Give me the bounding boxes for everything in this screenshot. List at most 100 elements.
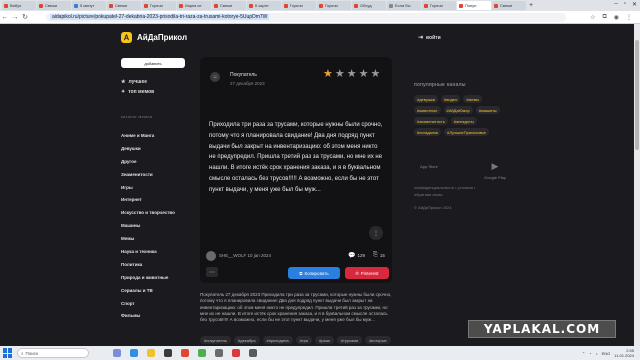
explorer-icon[interactable]: [147, 349, 155, 357]
channel-chip[interactable]: #животные: [414, 106, 441, 114]
star-icon[interactable]: ★: [359, 69, 369, 80]
likes-counter[interactable]: ⎘ 15: [373, 252, 385, 259]
nav-top-memes[interactable]: ✦ топ мемов: [121, 87, 154, 97]
tag-chip[interactable]: #три: [295, 336, 313, 344]
menu-icon[interactable]: ⋮: [626, 14, 632, 21]
category-item[interactable]: Интернет: [121, 193, 175, 206]
category-item[interactable]: Сериалы и ТВ: [121, 284, 175, 297]
channel-chip[interactable]: #знаменитость: [414, 117, 448, 125]
category-item[interactable]: Фильмы: [121, 309, 175, 322]
more-options-icon[interactable]: ⋮: [369, 226, 383, 240]
reload-icon[interactable]: ↻: [20, 13, 30, 21]
chevron-up-icon[interactable]: ⌃: [582, 351, 585, 356]
app-store-link[interactable]: App Store: [414, 161, 444, 180]
tag-chip[interactable]: #трусами: [336, 336, 363, 344]
browser-tab[interactable]: Свежи: [107, 1, 141, 10]
commenter-info[interactable]: SHE__WOLF 10 jan 2024: [219, 253, 271, 258]
browser-tab[interactable]: Свежи: [212, 1, 246, 10]
minimize-icon[interactable]: –: [614, 1, 617, 8]
channel-chip[interactable]: #ЛучшиеПриколивсе: [444, 128, 489, 136]
browser-tab[interactable]: Попуп: [457, 1, 491, 10]
post-menu-icon[interactable]: ⋯: [206, 267, 218, 277]
channel-chip[interactable]: #анекдоты: [450, 117, 477, 125]
app-icon[interactable]: [249, 349, 257, 357]
tag-chip[interactable]: #декабря: [234, 336, 260, 344]
back-icon[interactable]: ←: [0, 14, 10, 21]
browser-tab[interactable]: Горячи: [422, 1, 456, 10]
pinterest-button[interactable]: ℗ Pinterest: [345, 267, 389, 279]
browser-tab[interactable]: Горячи: [282, 1, 316, 10]
volume-icon[interactable]: ♪: [596, 351, 598, 356]
star-icon[interactable]: ★: [371, 69, 381, 80]
category-item[interactable]: Природа и животные: [121, 271, 175, 284]
site-logo[interactable]: Ａ АйДаПрикол: [121, 32, 187, 43]
tag-chip[interactable]: #приходила: [262, 336, 293, 344]
category-item[interactable]: Знаменитости: [121, 168, 175, 181]
app-icon[interactable]: [232, 349, 240, 357]
app-icon[interactable]: [164, 349, 172, 357]
category-item[interactable]: Машины: [121, 219, 175, 232]
opera-icon[interactable]: [181, 349, 189, 357]
browser-tab[interactable]: Если бы: [387, 1, 421, 10]
star-icon[interactable]: ★: [335, 69, 345, 80]
footer-link-row[interactable]: обратная связь: [414, 191, 475, 198]
tag-chip[interactable]: #покупатель: [200, 336, 232, 344]
browser-tab[interactable]: 5 минут: [72, 1, 106, 10]
footer-link-row[interactable]: конфиденциальность • условия •: [414, 184, 475, 191]
channel-chip[interactable]: #видео: [441, 95, 461, 103]
google-play-link[interactable]: ▶ Google Play: [480, 161, 510, 180]
star-icon[interactable]: ★: [347, 69, 357, 80]
browser-tab[interactable]: Свежи: [492, 1, 526, 10]
edge-icon[interactable]: [130, 349, 138, 357]
profile-icon[interactable]: ◉: [614, 14, 619, 21]
scrollbar-thumb[interactable]: [635, 40, 639, 150]
category-item[interactable]: Политика: [121, 258, 175, 271]
nav-best[interactable]: ★ лучшее: [121, 77, 154, 87]
category-item[interactable]: Аниме и Манга: [121, 129, 175, 142]
login-button[interactable]: ⇥ войти: [418, 34, 441, 42]
network-icon[interactable]: ◔: [589, 351, 591, 356]
comments-counter[interactable]: 💬 129: [348, 252, 365, 259]
category-item[interactable]: Мемы: [121, 232, 175, 245]
browser-tab[interactable]: Вибуо: [2, 1, 36, 10]
new-tab-button[interactable]: +: [529, 2, 533, 9]
browser-tab[interactable]: Свежи: [37, 1, 71, 10]
tag-chip[interactable]: #которые: [365, 336, 391, 344]
channel-chip[interactable]: #АйДаЮмор: [443, 106, 473, 114]
tag-chip[interactable]: #раза: [315, 336, 334, 344]
app-icon[interactable]: [215, 349, 223, 357]
category-item[interactable]: Искусство и творчество: [121, 206, 175, 219]
category-item[interactable]: Игры: [121, 181, 175, 194]
task-view-icon[interactable]: [113, 349, 121, 357]
browser-tab[interactable]: Ищем се: [177, 1, 211, 10]
taskbar-search[interactable]: ⌕ Поиск: [17, 348, 89, 358]
commenter-avatar[interactable]: [206, 251, 216, 261]
add-button[interactable]: добавить: [121, 58, 185, 68]
star-icon[interactable]: ★: [323, 69, 333, 80]
maximize-icon[interactable]: ▫: [624, 1, 626, 8]
browser-tab[interactable]: К карте: [247, 1, 281, 10]
category-item[interactable]: Наука и техника: [121, 245, 175, 258]
channel-chip[interactable]: #машины: [475, 106, 500, 114]
bookmark-icon[interactable]: ☆: [590, 14, 595, 21]
category-item[interactable]: Спорт: [121, 297, 175, 310]
url-field[interactable]: aidapikol.ru/picture/pokupatel-27-dekabr…: [46, 12, 566, 22]
clock[interactable]: 2:55 11.01.2024: [614, 348, 634, 358]
forward-icon[interactable]: →: [10, 14, 20, 21]
channel-chip[interactable]: #мемы: [463, 95, 483, 103]
windows-start-icon[interactable]: [3, 348, 13, 358]
browser-tab[interactable]: Обсуд: [352, 1, 386, 10]
language-indicator[interactable]: ENG: [602, 351, 611, 356]
copy-button[interactable]: ⧉ Копировать: [288, 267, 340, 279]
browser-tab[interactable]: Горячи: [142, 1, 176, 10]
author-avatar-icon[interactable]: ☺: [210, 72, 220, 82]
browser-tab[interactable]: Горячи: [317, 1, 351, 10]
channel-chip[interactable]: #девушки: [414, 95, 439, 103]
category-item[interactable]: Девушки: [121, 142, 175, 155]
close-icon[interactable]: ✕: [632, 1, 637, 8]
author-name[interactable]: Покупатель: [230, 72, 257, 78]
extensions-icon[interactable]: ⧉: [602, 14, 606, 21]
channel-chip[interactable]: #погадалки: [414, 128, 442, 136]
chrome-icon[interactable]: [198, 349, 206, 357]
category-item[interactable]: Другое: [121, 155, 175, 168]
